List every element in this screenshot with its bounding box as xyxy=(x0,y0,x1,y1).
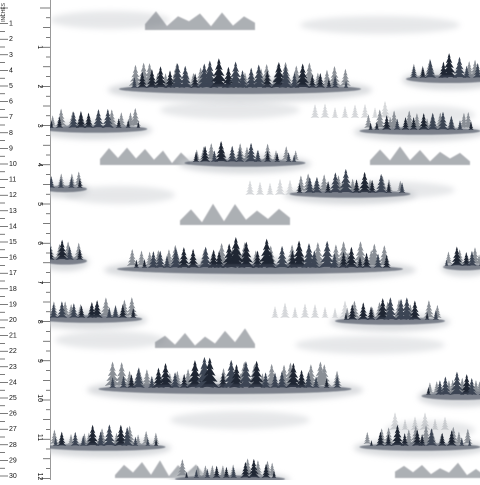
ruler-inch-label: 5 xyxy=(36,202,43,206)
ruler-cm-label: 22 xyxy=(9,348,17,355)
forest-island xyxy=(50,424,171,457)
ruler-cm-label: 18 xyxy=(9,286,17,293)
fog-patch xyxy=(300,16,460,34)
pine-tree xyxy=(320,104,329,118)
pine-tree xyxy=(275,179,285,195)
forest-pattern xyxy=(50,0,480,480)
ruler-inch-label: 1 xyxy=(36,45,43,49)
ruler-cm-label: 26 xyxy=(9,411,17,418)
ruler-cm-label: 2 xyxy=(9,36,13,43)
forest-island xyxy=(108,58,372,102)
ruler-inch-label: 12 xyxy=(36,473,43,480)
ruler-cm-label: 19 xyxy=(9,301,17,308)
pine-tree xyxy=(271,306,279,318)
ruler-cm-label: 21 xyxy=(9,333,17,340)
ruler-inch-label: 4 xyxy=(36,163,43,167)
mountain-range xyxy=(100,148,190,165)
ruler-inch-label: 10 xyxy=(36,394,43,402)
forest-island xyxy=(50,108,152,139)
ruler-cm-label: 14 xyxy=(9,223,17,230)
ruler-inch-label: 11 xyxy=(36,434,43,441)
ruler-cm-label: 3 xyxy=(9,52,13,59)
pine-tree xyxy=(311,104,320,118)
pine-tree xyxy=(351,104,360,118)
fog-patch xyxy=(55,331,165,349)
mountain-range xyxy=(145,11,255,30)
ruler-inch-label: 9 xyxy=(36,359,43,363)
ruler-cm-label: 12 xyxy=(9,192,17,199)
forest-island xyxy=(50,172,89,198)
forest-island xyxy=(402,53,480,90)
pine-tree xyxy=(341,106,349,118)
pine-tree xyxy=(291,307,298,318)
ruler-cm-label: 8 xyxy=(9,130,13,137)
ruler-cm-label: 13 xyxy=(9,208,17,215)
ruler-cm-label: 15 xyxy=(9,239,17,246)
pine-tree xyxy=(311,304,320,318)
pine-tree xyxy=(300,304,309,318)
pine-tree xyxy=(372,107,379,118)
ruler-cm-label: 25 xyxy=(9,395,17,402)
pine-tree xyxy=(332,308,339,318)
pine-tree xyxy=(256,182,265,195)
forest-island xyxy=(170,458,290,480)
fabric-swatch: INCHES 123456789101112131415161718192021… xyxy=(0,0,480,480)
pine-tree xyxy=(245,180,254,195)
ruler-cm-label: 16 xyxy=(9,255,17,262)
forest-island xyxy=(330,297,450,331)
forest-ground xyxy=(290,190,411,198)
ruler-cm-label: 9 xyxy=(9,145,13,152)
pine-tree xyxy=(332,107,339,118)
ruler-cm-label: 6 xyxy=(9,99,13,106)
pine-tree xyxy=(321,307,328,318)
forest-island xyxy=(179,141,311,174)
ruler-cm-label: 4 xyxy=(9,67,13,74)
ruler-cm-label: 20 xyxy=(9,317,17,324)
ruler-cm-label: 24 xyxy=(9,379,17,386)
forest-island xyxy=(418,372,480,407)
ruler-scale: 1234567891011121314151617181920212223242… xyxy=(0,0,50,480)
fog-patch xyxy=(170,411,310,429)
forest-ground xyxy=(360,127,480,135)
measuring-ruler: INCHES 123456789101112131415161718192021… xyxy=(0,0,51,480)
mountain-range xyxy=(395,463,480,478)
pine-tree xyxy=(280,303,290,318)
forest-ground xyxy=(335,317,445,325)
fog-patch xyxy=(295,336,445,354)
ruler-cm-label: 17 xyxy=(9,270,17,277)
ruler-cm-label: 28 xyxy=(9,442,17,449)
forest-island xyxy=(87,357,363,403)
ruler-cm-label: 7 xyxy=(9,114,13,121)
pine-tree xyxy=(266,183,274,195)
ruler-cm-label: 23 xyxy=(9,364,17,371)
faded-forest xyxy=(271,300,350,318)
forest-ground xyxy=(360,443,480,451)
ruler-inch-label: 3 xyxy=(36,124,43,128)
forest-ground xyxy=(99,384,352,394)
fog-patch xyxy=(160,101,300,119)
ruler-inch-label: 6 xyxy=(36,241,43,245)
ruler-cm-label: 30 xyxy=(9,473,17,480)
ruler-cm-label: 29 xyxy=(9,457,17,464)
forest-ground xyxy=(119,84,361,94)
mountain-range xyxy=(370,146,470,165)
mountain-range xyxy=(155,328,255,348)
ruler-unit-label: INCHES xyxy=(1,3,7,22)
ruler-cm-label: 5 xyxy=(9,83,13,90)
forest-ground xyxy=(50,443,166,451)
forest-island xyxy=(50,240,89,271)
forest-island xyxy=(441,247,480,277)
ruler-cm-label: 27 xyxy=(9,426,17,433)
ruler-cm-label: 11 xyxy=(9,177,16,184)
ruler-inch-label: 7 xyxy=(36,280,43,284)
ruler-cm-label: 10 xyxy=(9,161,17,168)
ruler-inch-label: 2 xyxy=(36,84,43,88)
mountain-range xyxy=(180,204,290,225)
forest-island xyxy=(50,297,147,329)
ruler-cm-label: 1 xyxy=(9,21,13,28)
forest-island xyxy=(104,237,416,283)
forest-ground xyxy=(117,264,403,274)
forest-ground xyxy=(185,159,306,167)
ruler-inch-label: 8 xyxy=(36,320,43,324)
